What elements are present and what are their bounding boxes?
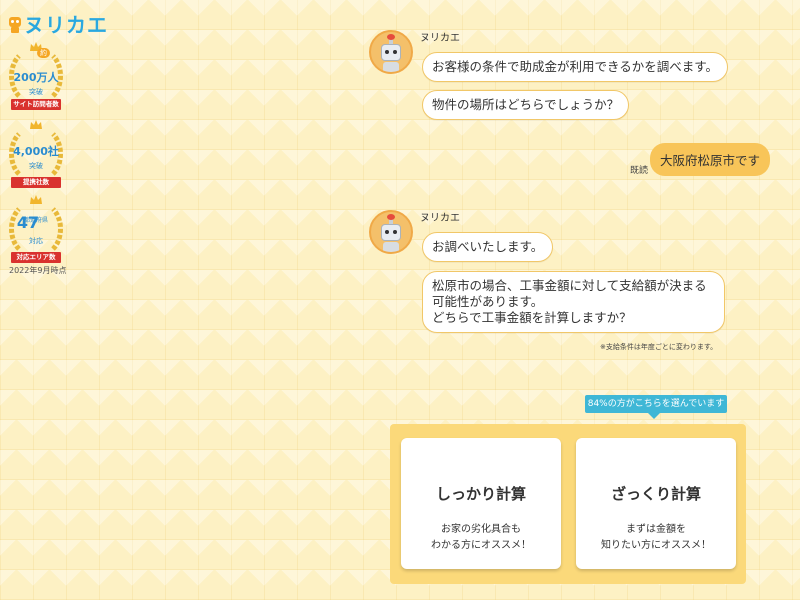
crown-icon <box>30 195 42 204</box>
robot-logo-icon <box>8 15 22 33</box>
bot-message: お客様の条件で助成金が利用できるかを調べます。 <box>422 52 729 82</box>
award-ribbon: サイト訪問者数 <box>11 99 61 110</box>
bot-message: お調べいたします。 <box>422 232 554 262</box>
award-area-badge: 47 都道府県 対応 対応エリア数 <box>7 195 65 265</box>
award-ribbon: 提携社数 <box>11 177 61 188</box>
award-number-suffix: 都道府県 <box>23 217 48 224</box>
subsidy-note: ※支給条件は年度ごとに変わります。 <box>600 343 718 351</box>
choice-title: しっかり計算 <box>435 485 526 503</box>
rough-calc-button[interactable]: ざっくり計算 まずは金額を 知りたい方にオススメ！ <box>576 438 736 569</box>
award-number: 4,000社 <box>13 145 59 158</box>
bot-name: ヌリカエ <box>420 213 460 224</box>
award-number: 200万人 <box>13 71 59 84</box>
choice-desc-line: 知りたい方にオススメ！ <box>601 540 711 551</box>
bot-message: 物件の場所はどちらでしょうか？ <box>422 90 630 120</box>
bot-message-multiline: 松原市の場合、工事金額に対して支給額が決まる可能性があります。 どちらで工事金額… <box>422 271 725 333</box>
crown-icon <box>30 120 42 129</box>
choice-desc-line: まずは金額を <box>626 524 686 535</box>
calculation-choice-panel: しっかり計算 お家の劣化具合も わかる方にオススメ！ ざっくり計算 まずは金額を… <box>390 424 746 584</box>
read-receipt: 既読 <box>630 166 649 176</box>
award-tag: 約 <box>37 48 50 58</box>
robot-avatar-icon <box>369 30 413 74</box>
award-sub: 突破 <box>29 162 43 170</box>
logo-text: ヌリカエ <box>24 13 108 37</box>
choice-desc: お家の劣化具合も わかる方にオススメ！ <box>401 522 561 554</box>
award-ribbon: 対応エリア数 <box>11 252 61 263</box>
thorough-calc-button[interactable]: しっかり計算 お家の劣化具合も わかる方にオススメ！ <box>401 438 561 569</box>
user-message: 大阪府松原市です <box>650 143 771 176</box>
award-sub: 対応 <box>29 237 43 245</box>
as-of-date: 2022年9月時点 <box>9 266 67 275</box>
robot-avatar-icon <box>369 210 413 254</box>
choice-desc-line: お家の劣化具合も <box>441 524 521 535</box>
choice-title: ざっくり計算 <box>610 485 701 503</box>
award-sub: 突破 <box>29 88 43 96</box>
bot-name: ヌリカエ <box>420 33 460 44</box>
popular-choice-badge: 84%の方がこちらを選んでいます <box>585 395 727 419</box>
site-logo[interactable]: ヌリカエ <box>8 9 108 38</box>
bot-message-line: 松原市の場合、工事金額に対して支給額が決まる可能性があります。 <box>432 278 707 309</box>
choice-desc: まずは金額を 知りたい方にオススメ！ <box>576 522 736 554</box>
bot-message-line: どちらで工事金額を計算しますか？ <box>432 310 632 325</box>
choice-desc-line: わかる方にオススメ！ <box>431 540 531 551</box>
award-partners-badge: 4,000社 突破 提携社数 <box>7 120 65 190</box>
award-visitors-badge: 約 200万人 突破 サイト訪問者数 <box>7 42 65 112</box>
